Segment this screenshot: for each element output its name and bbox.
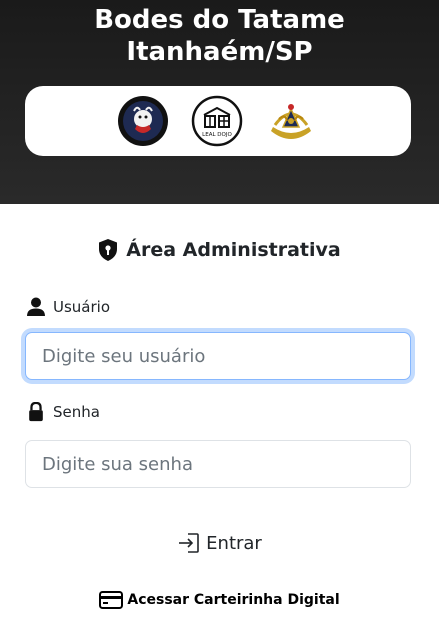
enter-button[interactable]: Entrar: [164, 526, 276, 560]
shield-icon: [99, 239, 118, 261]
page-title-line2: Itanhaém/SP: [126, 37, 313, 67]
page-title-line1: Bodes do Tatame: [94, 5, 345, 35]
password-label: Senha: [27, 402, 100, 422]
user-label: Usuário: [27, 297, 110, 317]
lock-icon: [29, 402, 43, 422]
digital-card-link-label: Acessar Carteirinha Digital: [127, 592, 340, 608]
leal-dojo-logo-text: LEAL DOJO: [202, 132, 232, 138]
sign-in-icon: [179, 533, 199, 553]
password-label-text: Senha: [53, 403, 100, 421]
user-icon: [27, 297, 45, 316]
password-input[interactable]: [25, 440, 411, 488]
masonic-emblem-logo: [271, 104, 311, 139]
bodes-do-tatame-logo: [118, 96, 168, 146]
digital-card-link[interactable]: Acessar Carteirinha Digital: [0, 590, 439, 610]
admin-area-title: Área Administrativa: [126, 239, 341, 261]
logo-card: LEAL DOJO: [25, 86, 411, 156]
header-banner: Bodes do Tatame Itanhaém/SP LEAL DOJO: [0, 0, 439, 204]
enter-button-label: Entrar: [206, 532, 262, 554]
user-label-text: Usuário: [53, 298, 111, 316]
leal-dojo-logo: LEAL DOJO: [191, 95, 243, 147]
admin-area-heading: Área Administrativa: [0, 238, 439, 262]
credit-card-icon: [99, 591, 124, 609]
user-input[interactable]: [25, 332, 411, 380]
page-title: Bodes do Tatame Itanhaém/SP: [0, 4, 439, 68]
